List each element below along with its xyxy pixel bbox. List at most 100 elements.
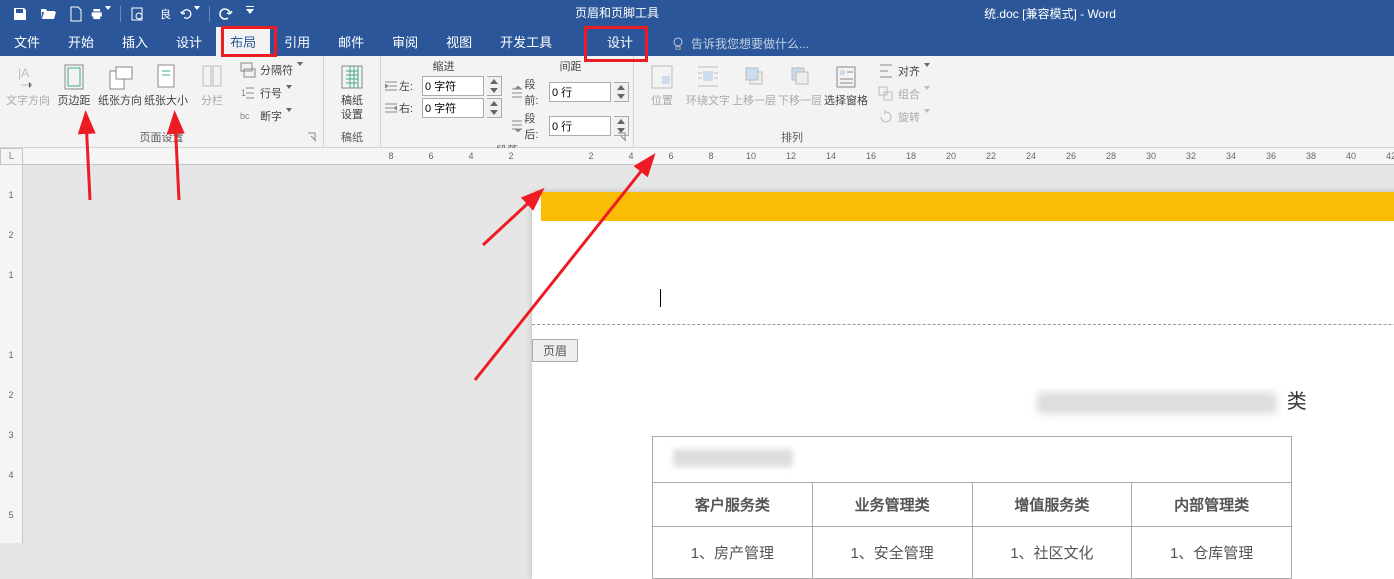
vertical-ruler[interactable]: 12112345678101112131415 xyxy=(0,165,23,543)
spacing-before-input[interactable] xyxy=(549,82,611,102)
document-page[interactable]: 页眉 类 客户服务类 业务管理类 增值服务类 内部管理类 1、房产管理 1、安全… xyxy=(532,192,1394,579)
group-page-setup: |A 文字方向 页边距 纸张方向 纸张大小 分栏 分隔符 1行号 xyxy=(0,56,324,147)
wrap-text-button[interactable]: 环绕文字 xyxy=(686,58,730,129)
svg-text:良: 良 xyxy=(160,7,171,21)
text-cursor xyxy=(660,289,661,307)
line-numbers-button[interactable]: 1行号 xyxy=(236,82,317,104)
group-icon xyxy=(878,86,894,102)
table-cell: 1、仓库管理 xyxy=(1132,527,1292,579)
indent-right-icon xyxy=(385,102,397,114)
tab-mailings[interactable]: 邮件 xyxy=(324,27,378,56)
manuscript-icon xyxy=(339,63,365,91)
columns-button[interactable]: 分栏 xyxy=(190,58,234,129)
wrap-icon xyxy=(696,64,720,90)
size-button[interactable]: 纸张大小 xyxy=(144,58,188,129)
document-body: 类 客户服务类 业务管理类 增值服务类 内部管理类 1、房产管理 1、安全管理 … xyxy=(532,325,1394,579)
ruler-corner[interactable]: L xyxy=(0,148,23,165)
indent-right-input[interactable] xyxy=(422,98,484,118)
page-setup-launcher[interactable] xyxy=(307,131,321,145)
ribbon-tabs: 文件 开始 插入 设计 布局 引用 邮件 审阅 视图 开发工具 设计 告诉我您想… xyxy=(0,27,1394,56)
tab-review[interactable]: 审阅 xyxy=(378,27,432,56)
print-preview-button[interactable] xyxy=(123,0,151,27)
doc-title: 类 xyxy=(652,385,1394,414)
table-header: 业务管理类 xyxy=(812,483,972,527)
tab-design[interactable]: 设计 xyxy=(162,27,216,56)
table-cell: 1、社区文化 xyxy=(972,527,1132,579)
document-workspace: L 86422468101214161820222426283032343638… xyxy=(0,148,1394,543)
table-cell: 1、房产管理 xyxy=(653,527,813,579)
manuscript-settings-button[interactable]: 稿纸 设置 xyxy=(330,58,374,129)
quick-access-toolbar: 良 xyxy=(0,0,268,27)
group-manuscript: 稿纸 设置 稿纸 xyxy=(324,56,381,147)
margins-button[interactable]: 页边距 xyxy=(52,58,96,129)
align-button[interactable]: 对齐 xyxy=(874,60,944,82)
open-button[interactable] xyxy=(34,0,62,27)
send-backward-button[interactable]: 下移一层 xyxy=(778,58,822,129)
group-arrange: 位置 环绕文字 上移一层 下移一层 选择窗格 对齐 组合 旋转 xyxy=(634,56,950,147)
table-header: 客户服务类 xyxy=(653,483,813,527)
svg-text:1: 1 xyxy=(241,88,246,98)
tab-references[interactable]: 引用 xyxy=(270,27,324,56)
breaks-button[interactable]: 分隔符 xyxy=(236,59,317,81)
orientation-icon xyxy=(106,63,134,91)
header-area[interactable] xyxy=(532,221,1394,325)
spacing-before-icon xyxy=(512,86,522,98)
text-direction-icon: |A xyxy=(16,63,40,91)
document-table: 客户服务类 业务管理类 增值服务类 内部管理类 1、房产管理 1、安全管理 1、… xyxy=(652,436,1292,579)
rotate-button[interactable]: 旋转 xyxy=(874,106,944,128)
contextual-title: 页眉和页脚工具 xyxy=(565,0,669,25)
indent-left-input[interactable] xyxy=(422,76,484,96)
table-row: 1、房产管理 1、安全管理 1、社区文化 1、仓库管理 xyxy=(653,527,1292,579)
spelling-button[interactable]: 良 xyxy=(151,0,179,27)
svg-text:bc: bc xyxy=(240,111,250,121)
undo-button[interactable] xyxy=(179,0,207,27)
tab-insert[interactable]: 插入 xyxy=(108,27,162,56)
bring-forward-button[interactable]: 上移一层 xyxy=(732,58,776,129)
qat-customize[interactable] xyxy=(240,0,268,27)
rotate-icon xyxy=(878,109,894,125)
selection-pane-icon xyxy=(834,64,858,90)
lightbulb-icon xyxy=(671,37,685,51)
save-button[interactable] xyxy=(6,0,34,27)
spacing-after-icon xyxy=(512,120,522,132)
forward-icon xyxy=(742,64,766,90)
horizontal-ruler[interactable]: 8642246810121416182022242628303234363840… xyxy=(23,148,1394,165)
selection-pane-button[interactable]: 选择窗格 xyxy=(824,58,868,129)
line-numbers-icon: 1 xyxy=(240,85,256,101)
spacing-after-input[interactable] xyxy=(549,116,611,136)
columns-icon xyxy=(200,63,224,91)
tab-contextual-design[interactable]: 设计 xyxy=(585,27,655,56)
header-tag: 页眉 xyxy=(532,339,578,362)
spacing-before-spinner[interactable] xyxy=(614,82,629,102)
tab-file[interactable]: 文件 xyxy=(0,27,54,56)
indent-left-spinner[interactable] xyxy=(487,76,502,96)
tab-view[interactable]: 视图 xyxy=(432,27,486,56)
tab-developer[interactable]: 开发工具 xyxy=(486,27,566,56)
group-button[interactable]: 组合 xyxy=(874,83,944,105)
quick-print-button[interactable] xyxy=(90,0,118,27)
page-size-icon xyxy=(154,63,178,91)
tab-home[interactable]: 开始 xyxy=(54,27,108,56)
redo-button[interactable] xyxy=(212,0,240,27)
table-header-row: 客户服务类 业务管理类 增值服务类 内部管理类 xyxy=(653,483,1292,527)
indent-right-spinner[interactable] xyxy=(487,98,502,118)
group-paragraph: 缩进 左: 右: 间距 段前: xyxy=(381,56,634,147)
hyphenation-button[interactable]: bc断字 xyxy=(236,105,317,127)
margins-icon xyxy=(62,63,86,91)
text-direction-button[interactable]: |A 文字方向 xyxy=(6,58,50,129)
ribbon: |A 文字方向 页边距 纸张方向 纸张大小 分栏 分隔符 1行号 xyxy=(0,56,1394,148)
breaks-icon xyxy=(240,62,256,78)
position-button[interactable]: 位置 xyxy=(640,58,684,129)
backward-icon xyxy=(788,64,812,90)
tell-me-search[interactable]: 告诉我您想要做什么... xyxy=(663,31,817,56)
table-header: 增值服务类 xyxy=(972,483,1132,527)
align-icon xyxy=(878,63,894,79)
tab-layout[interactable]: 布局 xyxy=(216,27,270,56)
indent-left-icon xyxy=(385,80,397,92)
orientation-button[interactable]: 纸张方向 xyxy=(98,58,142,129)
document-title: 统.doc [兼容模式] - Word xyxy=(850,5,1250,22)
hyphenation-icon: bc xyxy=(240,108,256,124)
position-icon xyxy=(650,64,674,90)
paragraph-launcher[interactable] xyxy=(617,131,631,145)
new-button[interactable] xyxy=(62,0,90,27)
